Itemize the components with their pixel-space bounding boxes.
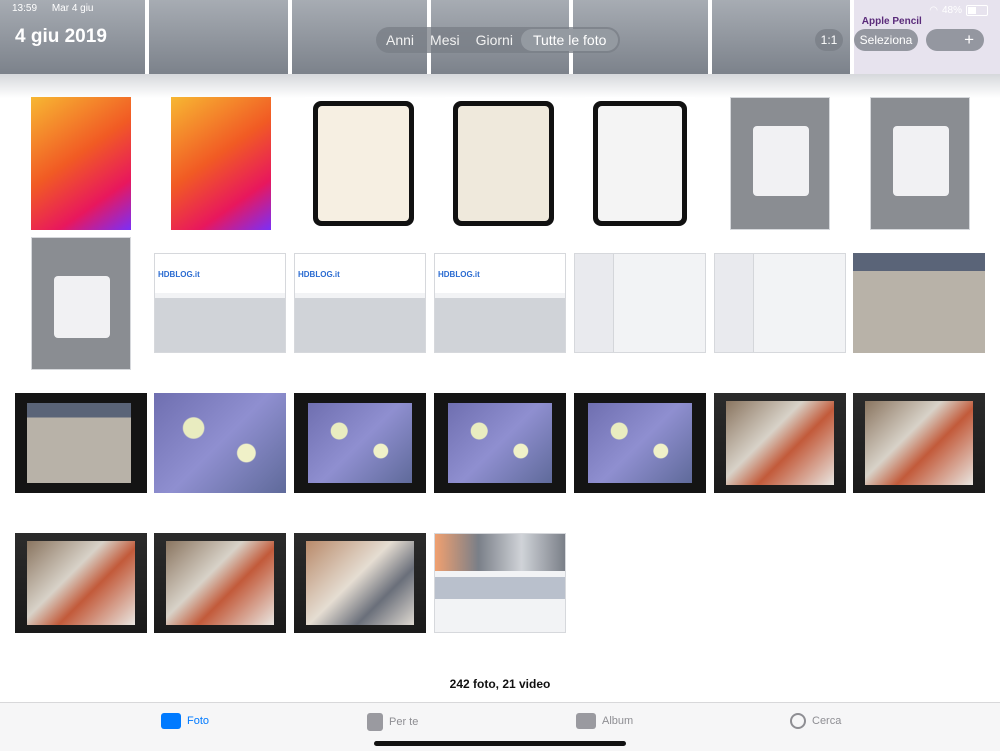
photo-flowers-camera[interactable] <box>434 393 566 493</box>
battery-icon <box>966 4 988 16</box>
photo-laptop[interactable] <box>853 253 985 353</box>
segment-days[interactable]: Giorni <box>468 29 521 51</box>
photo-laptop-camera[interactable] <box>15 393 147 493</box>
thumbnail-caption: Apple Pencil <box>861 16 922 27</box>
photo-tablet-camera[interactable] <box>853 393 985 493</box>
screenshot-settings[interactable] <box>574 253 706 353</box>
photo-tablet-camera[interactable] <box>294 533 426 633</box>
plus-icon: + <box>964 30 974 49</box>
date-title: 4 giu 2019 <box>15 26 107 47</box>
screenshot-dialog[interactable] <box>870 97 970 230</box>
screenshot-photos-app[interactable] <box>434 533 566 633</box>
photos-icon <box>161 713 181 729</box>
status-date: Mar 4 giu <box>51 3 94 14</box>
photo-ipad-hand[interactable] <box>305 97 422 230</box>
photo-flowers-camera[interactable] <box>294 393 426 493</box>
home-indicator <box>374 741 626 746</box>
photo-ipad-hand[interactable] <box>445 97 562 230</box>
tab-photos-label: Foto <box>187 715 210 727</box>
tab-album[interactable]: Album <box>576 713 633 729</box>
tab-for-you[interactable]: Per te <box>367 713 418 731</box>
hdblog-logo: HDBLOG.it <box>438 270 480 279</box>
tab-album-label: Album <box>602 715 634 727</box>
photo-tablet-camera[interactable] <box>15 533 147 633</box>
status-time: 13:59 <box>12 3 38 14</box>
screenshot-dialog[interactable] <box>730 97 830 230</box>
wifi-icon: ◠ <box>929 4 938 16</box>
segment-years[interactable]: Anni <box>378 29 422 51</box>
photo-tablet-camera[interactable] <box>154 533 286 633</box>
album-icon <box>576 713 596 729</box>
segment-months[interactable]: Mesi <box>422 29 468 51</box>
tab-search[interactable]: Cerca <box>790 713 841 729</box>
select-button[interactable]: Seleziona <box>854 29 918 51</box>
top-fade <box>0 74 1000 98</box>
tab-photos[interactable]: Foto <box>161 713 209 729</box>
photo-flowers-camera[interactable] <box>574 393 706 493</box>
photo-tablet-camera[interactable] <box>714 393 846 493</box>
tab-search-label: Cerca <box>812 715 842 727</box>
status-bar: 13:59 Mar 4 giu ◠ 48% <box>12 3 988 17</box>
screenshot-hdblog-keyboard[interactable]: HDBLOG.it <box>434 253 566 353</box>
hdblog-logo: HDBLOG.it <box>298 270 340 279</box>
battery-percent: 48% <box>941 4 962 16</box>
tab-for-you-label: Per te <box>389 716 419 728</box>
screenshot-dialog[interactable] <box>31 237 131 370</box>
segment-all-photos[interactable]: Tutte le foto <box>520 29 619 51</box>
photo-ipad-hand[interactable] <box>585 97 695 230</box>
search-icon <box>790 713 806 729</box>
photos-count-label: 242 foto, 21 video <box>449 677 551 691</box>
add-button[interactable]: + <box>926 29 984 51</box>
hdblog-logo: HDBLOG.it <box>158 270 200 279</box>
for-you-icon <box>367 713 383 731</box>
screenshot-hdblog-keyboard[interactable]: HDBLOG.it <box>154 253 286 353</box>
battery-level <box>968 6 976 14</box>
photo-flowers[interactable] <box>154 393 286 493</box>
photo-home-screen[interactable] <box>171 97 271 230</box>
view-segmented-control: Anni Mesi Giorni Tutte le foto <box>376 27 621 53</box>
aspect-toggle-button[interactable]: 1:1 <box>815 29 843 51</box>
screenshot-settings[interactable] <box>714 253 846 353</box>
screenshot-hdblog-keyboard[interactable]: HDBLOG.it <box>294 253 426 353</box>
photo-home-screen[interactable] <box>31 97 131 230</box>
